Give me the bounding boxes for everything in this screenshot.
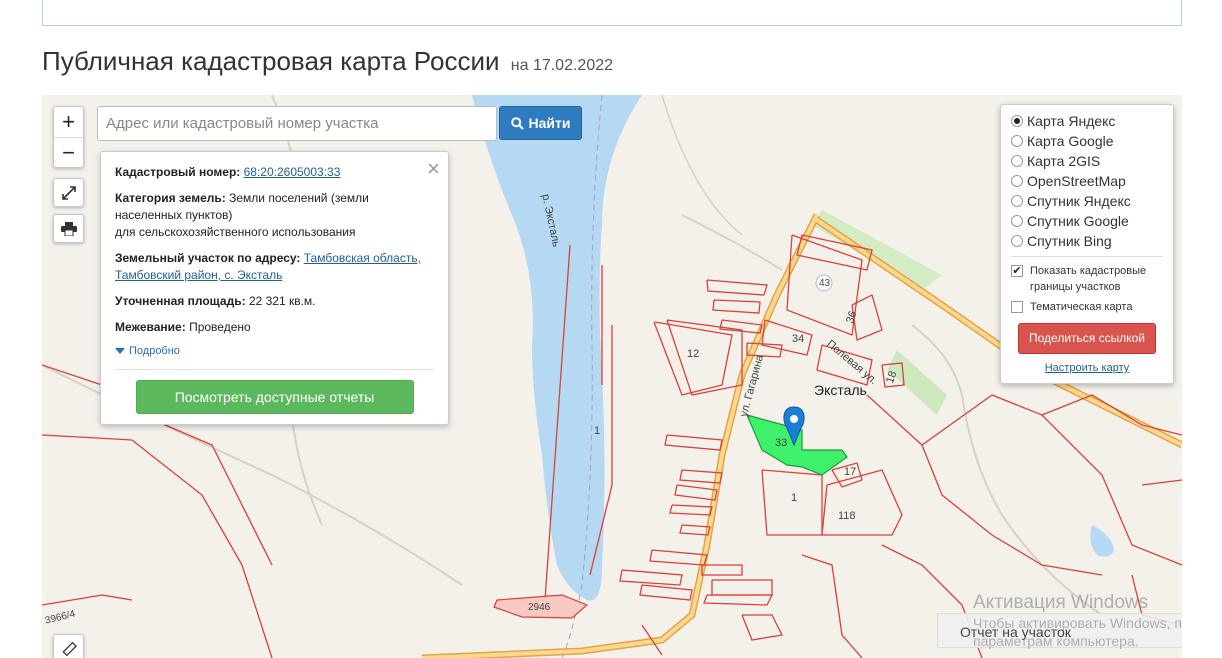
view-reports-button[interactable]: Посмотреть доступные отчеты bbox=[135, 380, 414, 414]
cadastral-map[interactable]: р. Эксталь ул. Гагарина Полевая ул. Экст… bbox=[42, 95, 1182, 658]
parcel-label-1: 1 bbox=[791, 492, 798, 504]
radio-selected-icon[interactable] bbox=[1011, 115, 1023, 127]
search-icon bbox=[510, 116, 524, 130]
close-icon[interactable]: × bbox=[427, 156, 440, 182]
divider bbox=[1011, 256, 1163, 257]
cadastral-number-link[interactable]: 68:20:2605003:33 bbox=[244, 165, 341, 179]
show-borders-label: Показать кадастровые границы участков bbox=[1030, 265, 1147, 293]
checkbox-checked-icon[interactable]: ✔ bbox=[1011, 265, 1023, 277]
parcel-label-118: 118 bbox=[838, 510, 856, 522]
search-input[interactable] bbox=[97, 106, 497, 141]
zoom-out-button[interactable]: − bbox=[54, 137, 83, 167]
layer-option[interactable]: Карта Google bbox=[1011, 131, 1163, 151]
area-label: Уточненная площадь: bbox=[115, 294, 246, 308]
measure-button[interactable] bbox=[53, 634, 84, 658]
road-number-label: 43 bbox=[819, 278, 831, 289]
land-usage-value: для сельскохозяйственного использования bbox=[115, 225, 356, 239]
layer-option[interactable]: OpenStreetMap bbox=[1011, 171, 1163, 191]
checkbox-icon[interactable] bbox=[1011, 301, 1023, 313]
search-button-label: Найти bbox=[528, 115, 571, 131]
layer-option[interactable]: Карта 2GIS bbox=[1011, 151, 1163, 171]
parcel-label-33: 33 bbox=[775, 437, 788, 449]
radio-icon[interactable] bbox=[1011, 235, 1023, 247]
radio-icon[interactable] bbox=[1011, 215, 1023, 227]
show-borders-toggle[interactable]: ✔ Показать кадастровые границы участков bbox=[1011, 263, 1163, 295]
search-button[interactable]: Найти bbox=[499, 106, 582, 140]
radio-icon[interactable] bbox=[1011, 195, 1023, 207]
zoom-in-button[interactable]: + bbox=[54, 107, 83, 137]
print-button[interactable] bbox=[53, 214, 84, 243]
date-value: 17.02.2022 bbox=[532, 57, 614, 74]
layer-option-label: Спутник Google bbox=[1027, 213, 1129, 229]
parcel-label-34: 34 bbox=[792, 333, 805, 345]
page-date: на 17.02.2022 bbox=[511, 57, 613, 74]
page-title: Публичная кадастровая карта России на 17… bbox=[42, 46, 613, 77]
survey-value: Проведено bbox=[189, 320, 251, 334]
parcel-info-card: × Кадастровый номер: 68:20:2605003:33 Ка… bbox=[100, 151, 449, 425]
layer-option-label: OpenStreetMap bbox=[1027, 173, 1126, 189]
details-toggle[interactable]: Подробно bbox=[115, 345, 434, 357]
layer-option-label: Спутник Яндекс bbox=[1027, 193, 1131, 209]
thematic-map-toggle[interactable]: Тематическая карта bbox=[1011, 299, 1163, 315]
zoom-control: + − bbox=[53, 106, 84, 168]
land-category-label: Категория земель: bbox=[115, 191, 226, 205]
layer-option[interactable]: Спутник Bing bbox=[1011, 231, 1163, 251]
parcel-label-2946: 2946 bbox=[528, 602, 551, 613]
printer-icon bbox=[60, 221, 77, 236]
fullscreen-button[interactable] bbox=[53, 178, 84, 207]
land-category-row: Категория земель: Земли поселений (земли… bbox=[115, 190, 434, 241]
parcel-label-1-river: 1 bbox=[594, 425, 601, 437]
thematic-map-label: Тематическая карта bbox=[1030, 301, 1133, 313]
date-prefix: на bbox=[510, 57, 529, 74]
radio-icon[interactable] bbox=[1011, 155, 1023, 167]
details-link: Подробно bbox=[129, 345, 180, 357]
layers-panel: Карта Яндекс Карта Google Карта 2GIS OpenSt… bbox=[1000, 104, 1174, 384]
layer-option[interactable]: Спутник Google bbox=[1011, 211, 1163, 231]
area-value: 22 321 кв.м. bbox=[248, 294, 316, 308]
address-row: Земельный участок по адресу: Тамбовская … bbox=[115, 250, 434, 284]
ruler-icon bbox=[61, 641, 77, 656]
configure-map-link[interactable]: Настроить карту bbox=[1011, 362, 1163, 374]
layer-option[interactable]: Карта Яндекс bbox=[1011, 111, 1163, 131]
cadastral-number-row: Кадастровый номер: 68:20:2605003:33 bbox=[115, 164, 434, 181]
address-label: Земельный участок по адресу: bbox=[115, 251, 301, 265]
parcel-label-17: 17 bbox=[844, 466, 857, 478]
survey-label: Межевание: bbox=[115, 320, 186, 334]
layer-option-label: Карта 2GIS bbox=[1027, 153, 1101, 169]
parcel-label-12: 12 bbox=[687, 348, 700, 360]
village-label: Эксталь bbox=[814, 382, 867, 398]
layer-option-label: Карта Google bbox=[1027, 133, 1114, 149]
radio-icon[interactable] bbox=[1011, 135, 1023, 147]
layer-option[interactable]: Спутник Яндекс bbox=[1011, 191, 1163, 211]
page-title-text: Публичная кадастровая карта России bbox=[42, 46, 500, 76]
divider bbox=[115, 369, 434, 370]
radio-icon[interactable] bbox=[1011, 175, 1023, 187]
top-panel-frame bbox=[42, 0, 1182, 26]
layer-option-label: Спутник Bing bbox=[1027, 233, 1112, 249]
cadastral-number-label: Кадастровый номер: bbox=[115, 165, 241, 179]
layer-option-label: Карта Яндекс bbox=[1027, 113, 1116, 129]
survey-row: Межевание: Проведено bbox=[115, 319, 434, 336]
expand-icon bbox=[61, 185, 76, 200]
share-link-button[interactable]: Поделиться ссылкой bbox=[1018, 323, 1156, 354]
area-row: Уточненная площадь: 22 321 кв.м. bbox=[115, 293, 434, 310]
parcel-report-label: Отчет на участок bbox=[960, 624, 1071, 640]
parcel-report-bar[interactable]: Отчет на участок bbox=[937, 613, 1182, 648]
